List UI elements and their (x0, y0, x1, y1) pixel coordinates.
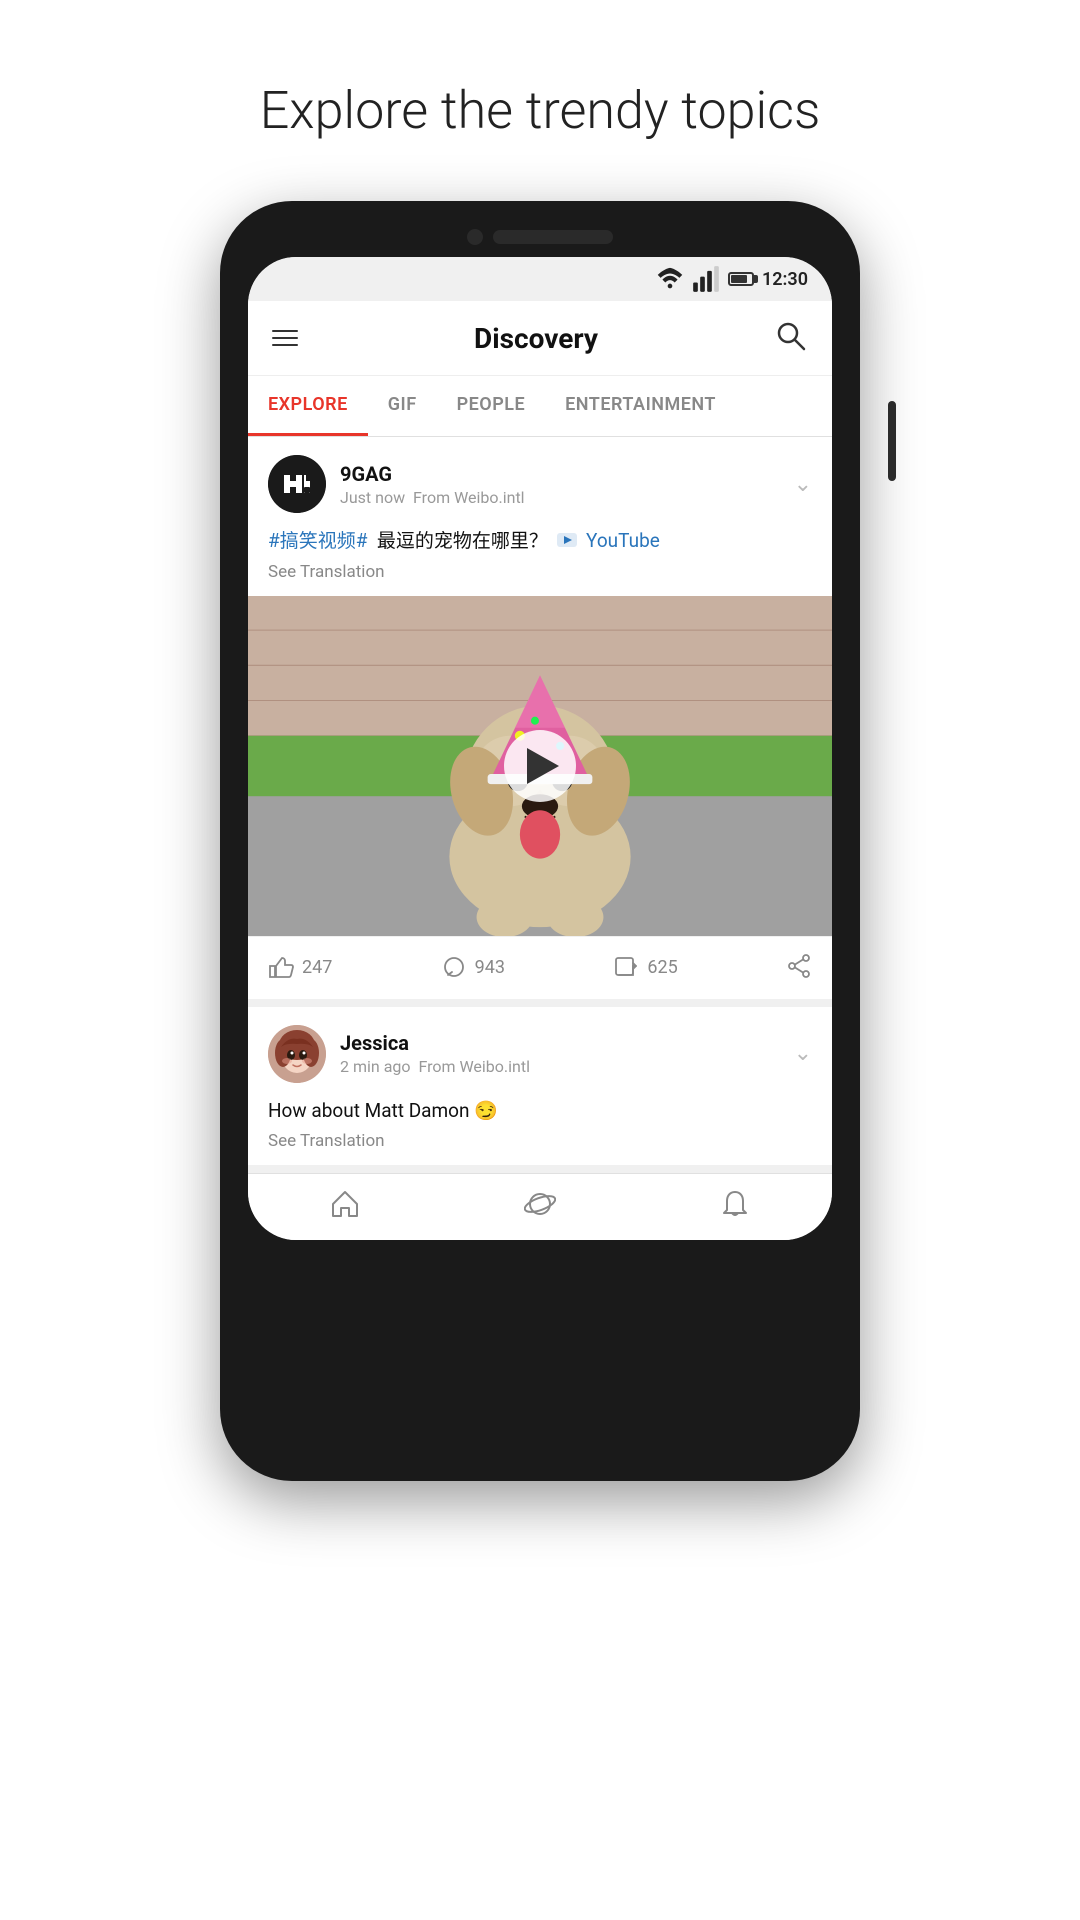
bottom-nav (248, 1173, 832, 1240)
battery-icon (728, 272, 754, 286)
status-icons: 12:30 (656, 265, 808, 293)
post-header-jessica: Jessica 2 min ago From Weibo.intl ⌄ (248, 1007, 832, 1097)
see-translation[interactable]: See Translation (268, 562, 812, 582)
repost-count: 625 (647, 957, 677, 978)
youtube-icon (557, 533, 577, 547)
post-text: #搞笑视频# 最逗的宠物在哪里？ YouTube (268, 527, 812, 556)
youtube-link[interactable]: YouTube (586, 529, 660, 552)
tab-explore[interactable]: EXPLORE (248, 376, 368, 436)
planet-icon (524, 1188, 556, 1220)
post-video-thumbnail[interactable] (248, 596, 832, 936)
comment-count: 943 (475, 957, 505, 978)
phone-side-button (888, 401, 896, 481)
post-meta-jessica: Jessica 2 min ago From Weibo.intl (340, 1031, 530, 1076)
nav-discover[interactable] (524, 1188, 556, 1220)
comment-button[interactable]: 943 (441, 955, 614, 981)
feed-content: 9GAG Just now From Weibo.intl ⌄ #搞笑视频# 最… (248, 437, 832, 1173)
phone-camera (467, 229, 483, 245)
share-button[interactable] (786, 953, 812, 983)
repost-icon (613, 955, 639, 981)
like-count: 247 (302, 957, 332, 978)
avatar-jessica (268, 1025, 326, 1083)
post-actions: 247 943 (248, 936, 832, 999)
tab-gif[interactable]: GIF (368, 376, 437, 436)
tabs-bar: EXPLORE GIF PEOPLE ENTERTAINMENT (248, 376, 832, 437)
author-name: 9GAG (340, 462, 525, 486)
post-card-jessica: Jessica 2 min ago From Weibo.intl ⌄ How … (248, 1007, 832, 1174)
jessica-avatar-icon (268, 1025, 326, 1083)
thumbs-up-icon (268, 955, 294, 981)
chevron-down-icon[interactable]: ⌄ (794, 472, 812, 497)
app-header: Discovery (248, 301, 832, 376)
page-title: Explore the trendy topics (260, 80, 821, 141)
status-bar: 12:30 (248, 257, 832, 301)
post-body: #搞笑视频# 最逗的宠物在哪里？ YouTube See Translation (248, 527, 832, 596)
signal-icon (692, 265, 720, 293)
9gag-logo-icon (268, 455, 326, 513)
search-icon (774, 319, 808, 353)
chevron-down-icon-jessica[interactable]: ⌄ (794, 1041, 812, 1066)
like-button[interactable]: 247 (268, 955, 441, 981)
post-card: 9GAG Just now From Weibo.intl ⌄ #搞笑视频# 最… (248, 437, 832, 1007)
phone-screen: 12:30 Discovery EXPLORE GIF PEOPLE E (248, 257, 832, 1240)
status-time: 12:30 (762, 269, 808, 290)
post-author-info: 9GAG Just now From Weibo.intl (268, 455, 525, 513)
play-button[interactable] (504, 730, 576, 802)
post-header: 9GAG Just now From Weibo.intl ⌄ (248, 437, 832, 527)
tab-entertainment[interactable]: ENTERTAINMENT (545, 376, 736, 436)
phone-frame: 12:30 Discovery EXPLORE GIF PEOPLE E (220, 201, 860, 1481)
author-name-jessica: Jessica (340, 1031, 530, 1055)
post-text-jessica: How about Matt Damon 😏 (268, 1097, 812, 1126)
bell-icon (719, 1188, 751, 1220)
see-translation-jessica[interactable]: See Translation (268, 1131, 812, 1151)
share-icon (786, 953, 812, 979)
post-time-source-jessica: 2 min ago From Weibo.intl (340, 1057, 530, 1076)
phone-speaker (493, 230, 613, 244)
avatar-9gag (268, 455, 326, 513)
menu-button[interactable] (272, 330, 298, 346)
nav-notifications[interactable] (719, 1188, 751, 1220)
phone-top (248, 229, 832, 245)
hashtag[interactable]: #搞笑视频# (268, 529, 367, 552)
post-author-info-jessica: Jessica 2 min ago From Weibo.intl (268, 1025, 530, 1083)
app-title: Discovery (474, 322, 598, 355)
home-icon (329, 1188, 361, 1220)
tab-people[interactable]: PEOPLE (437, 376, 546, 436)
post-time-source: Just now From Weibo.intl (340, 488, 525, 507)
post-meta: 9GAG Just now From Weibo.intl (340, 462, 525, 507)
search-button[interactable] (774, 319, 808, 357)
wifi-icon (656, 265, 684, 293)
nav-home[interactable] (329, 1188, 361, 1220)
post-body-jessica: How about Matt Damon 😏 See Translation (248, 1097, 832, 1166)
comment-icon (441, 955, 467, 981)
repost-button[interactable]: 625 (613, 955, 786, 981)
